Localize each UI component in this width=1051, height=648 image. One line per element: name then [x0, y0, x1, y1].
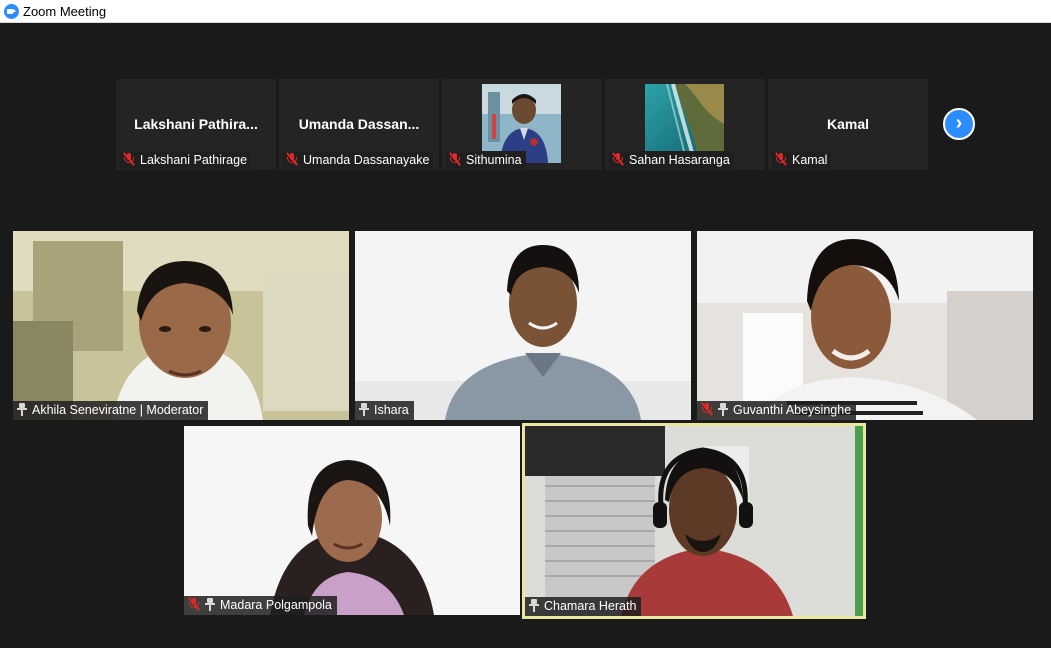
participant-name: Madara Polgampola: [220, 598, 332, 612]
participant-label: Chamara Herath: [525, 597, 642, 616]
next-page-button[interactable]: ›: [943, 108, 975, 140]
participant-name: Akhila Seneviratne | Moderator: [32, 403, 204, 417]
zoom-app-icon: [4, 4, 19, 19]
participant-name: Sithumina: [466, 153, 522, 167]
pin-icon: [17, 403, 27, 416]
participant-label: Madara Polgampola: [184, 596, 337, 615]
participant-label: Sahan Hasaranga: [609, 151, 734, 169]
participant-thumbnail-strip: Lakshani Pathira... Lakshani Pathirage U…: [116, 79, 928, 170]
thumbnail-tile[interactable]: Sahan Hasaranga: [605, 79, 765, 170]
pin-icon: [529, 599, 539, 612]
mic-muted-icon: [188, 597, 200, 611]
thumbnail-tile[interactable]: Lakshani Pathira... Lakshani Pathirage: [116, 79, 276, 170]
thumbnail-tile[interactable]: Umanda Dassan... Umanda Dassanayake: [279, 79, 439, 170]
pin-icon: [359, 403, 369, 416]
mic-muted-icon: [775, 152, 787, 166]
participant-label: Kamal: [772, 151, 832, 169]
participant-label: Umanda Dassanayake: [283, 151, 434, 169]
participant-name: Lakshani Pathirage: [140, 153, 248, 167]
thumbnail-tile[interactable]: Kamal Kamal: [768, 79, 928, 170]
title-bar: Zoom Meeting: [0, 0, 1051, 23]
video-feed: [184, 426, 520, 615]
participant-name: Chamara Herath: [544, 599, 637, 613]
video-tile[interactable]: Guvanthi Abeysinghe: [697, 231, 1033, 420]
video-feed: [525, 426, 863, 616]
participant-name: Umanda Dassanayake: [303, 153, 430, 167]
thumbnail-display-name: Kamal: [826, 116, 870, 132]
participant-label: Akhila Seneviratne | Moderator: [13, 401, 209, 420]
window-title: Zoom Meeting: [23, 4, 107, 19]
participant-name: Kamal: [792, 153, 828, 167]
pin-icon: [718, 403, 728, 416]
video-tile[interactable]: Madara Polgampola: [184, 426, 520, 615]
video-feed: [13, 231, 349, 420]
chevron-right-icon: ›: [955, 112, 963, 134]
thumbnail-display-name: Umanda Dassan...: [298, 116, 420, 132]
participant-label: Ishara: [355, 401, 414, 420]
thumbnail-display-name: Lakshani Pathira...: [134, 116, 258, 132]
mic-muted-icon: [612, 152, 624, 166]
video-tile-active-speaker[interactable]: Chamara Herath: [525, 426, 863, 616]
thumbnail-tile[interactable]: Sithumina: [442, 79, 602, 170]
participant-name: Sahan Hasaranga: [629, 153, 730, 167]
participant-name: Guvanthi Abeysinghe: [733, 403, 852, 417]
participant-label: Lakshani Pathirage: [120, 151, 252, 169]
participant-name: Ishara: [374, 403, 409, 417]
mic-muted-icon: [123, 152, 135, 166]
video-tile[interactable]: Akhila Seneviratne | Moderator: [13, 231, 349, 420]
video-tile[interactable]: Ishara: [355, 231, 691, 420]
video-feed: [697, 231, 1033, 420]
participant-label: Guvanthi Abeysinghe: [697, 401, 857, 420]
pin-icon: [205, 598, 215, 611]
mic-muted-icon: [286, 152, 298, 166]
mic-muted-icon: [449, 152, 461, 166]
video-feed: [355, 231, 691, 420]
mic-muted-icon: [701, 402, 713, 416]
participant-label: Sithumina: [446, 151, 526, 169]
